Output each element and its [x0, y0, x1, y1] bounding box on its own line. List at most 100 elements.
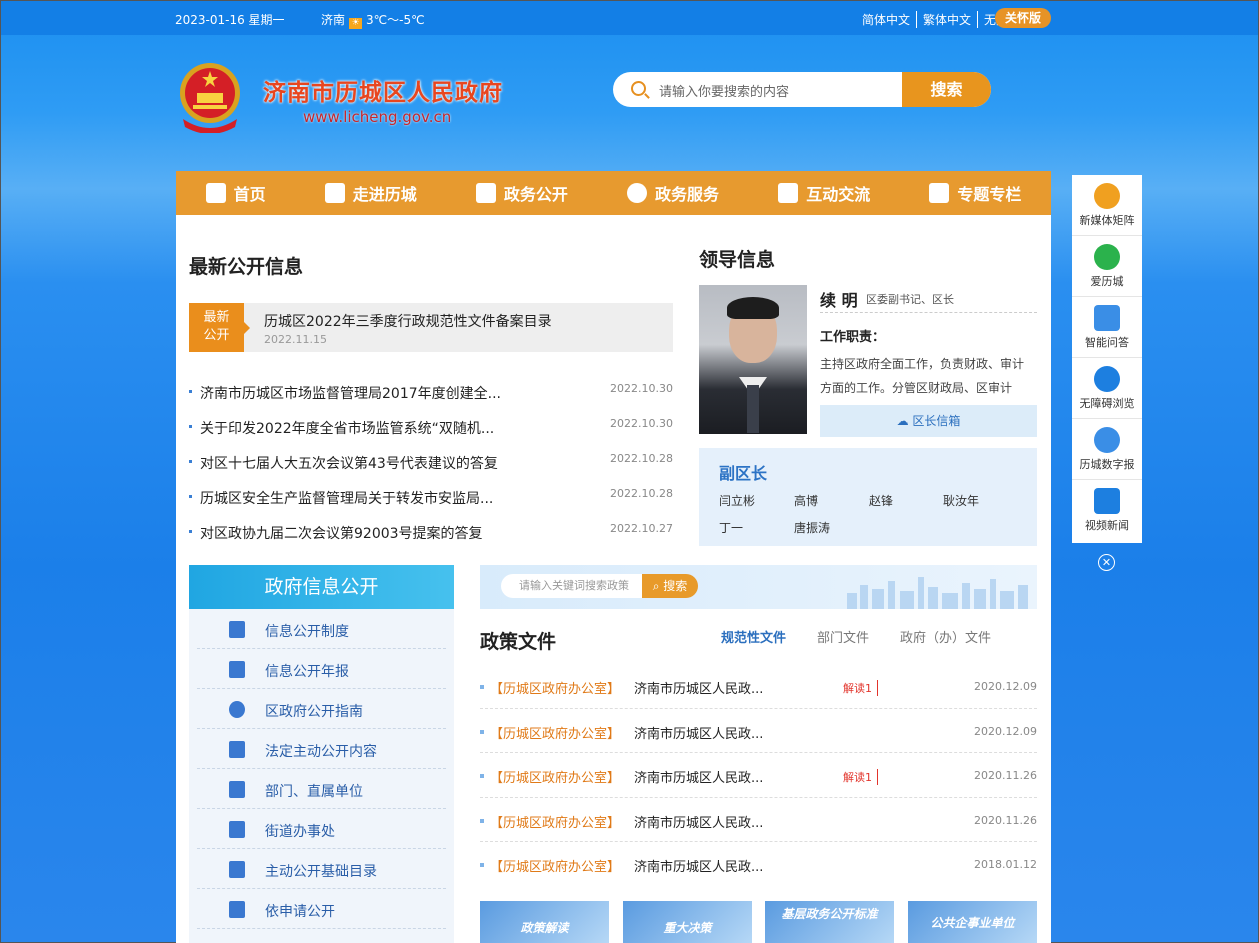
list-item[interactable]: 【历城区政府办公室】 济南市历城区人民政... 解读1 2020.11.26 — [480, 753, 1037, 798]
thumb-public-enterprises[interactable]: 公共企事业单位 — [908, 901, 1037, 943]
gov-menu-item[interactable]: 法定主动公开内容 — [197, 729, 446, 769]
list-item[interactable]: 【历城区政府办公室】 济南市历城区人民政... 2018.01.12 — [480, 842, 1037, 887]
latest-tag: 最新公开 — [189, 303, 250, 352]
site-name: 济南市历城区人民政府 — [263, 80, 503, 106]
featured-title[interactable]: 历城区2022年三季度行政规范性文件备案目录 — [264, 311, 552, 331]
gov-menu-item[interactable]: 区政府公开指南 — [197, 689, 446, 729]
tab-government[interactable]: 政府（办）文件 — [900, 627, 991, 646]
folder-icon — [929, 183, 950, 203]
main-nav: 首页 走进历城 政务公开 政务服务 互动交流 专题专栏 — [176, 171, 1051, 215]
thumb-policy-interpretation[interactable]: 政策解读 — [480, 901, 609, 943]
list-item[interactable]: 【历城区政府办公室】 济南市历城区人民政... 解读1 2020.12.09 — [480, 664, 1037, 709]
sidebar-item-accessibility[interactable]: 无障碍浏览 — [1072, 358, 1142, 419]
list-item[interactable]: 【历城区政府办公室】 济南市历城区人民政... 2020.12.09 — [480, 709, 1037, 753]
policy-source: 【历城区政府办公室】 — [490, 682, 621, 697]
nav-label: 政务服务 — [655, 185, 720, 204]
leader-role: 区委副书记、区长 — [866, 293, 954, 306]
eye-icon — [1094, 366, 1120, 392]
list-item[interactable]: 历城区安全生产监督管理局关于转发市安监局... 2022.10.28 — [189, 480, 673, 515]
clipboard-icon — [229, 741, 245, 758]
news-title[interactable]: 关于印发2022年度全省市场监管系统“双随机... — [200, 418, 494, 438]
sidebar-label: 新媒体矩阵 — [1079, 214, 1135, 227]
gov-menu-item[interactable]: 信息公开年报 — [197, 649, 446, 689]
policy-title-link[interactable]: 济南市历城区人民政... — [634, 678, 763, 697]
gov-menu-label: 法定主动公开内容 — [265, 744, 377, 760]
duty-text: 主持区政府全面工作，负责财政、审计方面的工作。分管区财政局、区审计局。 — [820, 357, 1025, 395]
deputy-name[interactable]: 赵锋 — [869, 492, 893, 509]
news-date: 2022.10.30 — [610, 417, 673, 430]
news-title[interactable]: 历城区安全生产监督管理局关于转发市安监局... — [200, 488, 493, 508]
sidebar-item-newspaper[interactable]: 历城数字报 — [1072, 419, 1142, 480]
leader-name[interactable]: 续 明 — [820, 287, 858, 311]
wechat-icon — [1094, 244, 1120, 270]
compass-icon — [229, 701, 245, 718]
gov-menu-item[interactable]: 依申请公开 — [197, 889, 446, 929]
nav-interaction[interactable]: 互动交流 — [778, 181, 870, 205]
video-icon — [1094, 488, 1120, 514]
news-date: 2022.10.27 — [610, 522, 673, 535]
featured-news[interactable]: 最新公开 历城区2022年三季度行政规范性文件备案目录 2022.11.15 — [189, 303, 673, 352]
sidebar-label: 历城数字报 — [1079, 458, 1135, 471]
gov-menu-label: 主动公开基础目录 — [265, 864, 377, 880]
chat-icon — [778, 183, 799, 203]
traditional-link[interactable]: 繁体中文 — [915, 11, 977, 28]
deputy-name[interactable]: 高博 — [794, 492, 818, 509]
close-icon[interactable]: ✕ — [1098, 554, 1115, 571]
policy-title-link[interactable]: 济南市历城区人民政... — [634, 767, 763, 786]
list-item[interactable]: 济南市历城区市场监督管理局2017年度创建全... 2022.10.30 — [189, 375, 673, 410]
list-item[interactable]: 【历城区政府办公室】 济南市历城区人民政... 2020.11.26 — [480, 798, 1037, 842]
nav-service[interactable]: 政务服务 — [627, 181, 719, 205]
news-title[interactable]: 对区十七届人大五次会议第43号代表建议的答复 — [200, 453, 498, 473]
interpretation-link[interactable]: 解读1 — [843, 680, 878, 696]
sidebar-item-media[interactable]: 新媒体矩阵 — [1072, 175, 1142, 236]
deputy-mayors: 副区长 闫立彬 高博 赵锋 耿汝年 丁一 唐振涛 — [699, 448, 1037, 546]
gov-menu-item[interactable]: 主动公开基础目录 — [197, 849, 446, 889]
list-item[interactable]: 对区政协九届二次会议第92003号提案的答复 2022.10.27 — [189, 515, 673, 550]
policy-list: 【历城区政府办公室】 济南市历城区人民政... 解读1 2020.12.09 【历城区… — [480, 664, 1037, 887]
document-icon — [324, 183, 345, 203]
interpretation-link[interactable]: 解读1 — [843, 769, 878, 785]
policy-title-link[interactable]: 济南市历城区人民政... — [634, 723, 763, 742]
search-input[interactable]: 请输入你要搜索的内容 — [659, 81, 789, 100]
report-icon — [229, 661, 245, 678]
news-title[interactable]: 济南市历城区市场监督管理局2017年度创建全... — [200, 383, 501, 403]
search-icon: ⌕ — [652, 579, 664, 593]
nav-about[interactable]: 走进历城 — [324, 181, 417, 205]
deputy-name[interactable]: 唐振涛 — [794, 519, 830, 536]
news-title[interactable]: 对区政协九届二次会议第92003号提案的答复 — [200, 523, 483, 543]
deputy-name[interactable]: 耿汝年 — [943, 492, 979, 509]
sidebar-item-qa[interactable]: 智能问答 — [1072, 297, 1142, 358]
gov-menu-label: 区政府公开指南 — [265, 704, 363, 720]
site-search: 请输入你要搜索的内容 搜索 — [613, 72, 991, 107]
policy-search-button[interactable]: ⌕ 搜索 — [642, 574, 698, 598]
sidebar-item-wechat[interactable]: 爱历城 — [1072, 236, 1142, 297]
gov-menu-item[interactable]: 信息公开制度 — [197, 609, 446, 649]
tab-normative[interactable]: 规范性文件 — [721, 627, 786, 646]
gov-menu-item[interactable]: 部门、直属单位 — [197, 769, 446, 809]
duty-label: 工作职责： — [820, 330, 886, 345]
policy-title-link[interactable]: 济南市历城区人民政... — [634, 812, 763, 831]
nav-openness[interactable]: 政务公开 — [475, 181, 568, 205]
policy-search-input[interactable]: 请输入关键词搜索政策 — [501, 574, 642, 598]
gov-menu-label: 依申请公开 — [265, 904, 335, 920]
search-button[interactable]: 搜索 — [902, 72, 991, 107]
nav-home[interactable]: 首页 — [205, 181, 266, 205]
gov-menu-label: 部门、直属单位 — [265, 784, 363, 800]
nav-topics[interactable]: 专题专栏 — [929, 181, 1021, 205]
mayor-mailbox-button[interactable]: ☁ 区长信箱 — [820, 405, 1037, 437]
thumb-grassroots-standard[interactable]: 基层政务公开标准 — [765, 901, 894, 943]
list-item[interactable]: 关于印发2022年度全省市场监管系统“双随机... 2022.10.30 — [189, 410, 673, 445]
nav-label: 政务公开 — [503, 185, 568, 204]
thumb-major-decisions[interactable]: 重大决策 — [623, 901, 752, 943]
policy-title-link[interactable]: 济南市历城区人民政... — [634, 856, 763, 875]
list-item[interactable]: 对区十七届人大五次会议第43号代表建议的答复 2022.10.28 — [189, 445, 673, 480]
simplified-link[interactable]: 简体中文 — [856, 11, 916, 28]
tab-department[interactable]: 部门文件 — [817, 627, 869, 646]
sidebar-item-video[interactable]: 视频新闻 — [1072, 480, 1142, 541]
divider — [820, 312, 1037, 313]
policy-search-label: 搜索 — [663, 579, 688, 593]
care-mode-button[interactable]: 关怀版 — [995, 8, 1051, 28]
deputy-name[interactable]: 闫立彬 — [719, 492, 755, 509]
deputy-name[interactable]: 丁一 — [719, 519, 743, 536]
gov-menu-item[interactable]: 街道办事处 — [197, 809, 446, 849]
